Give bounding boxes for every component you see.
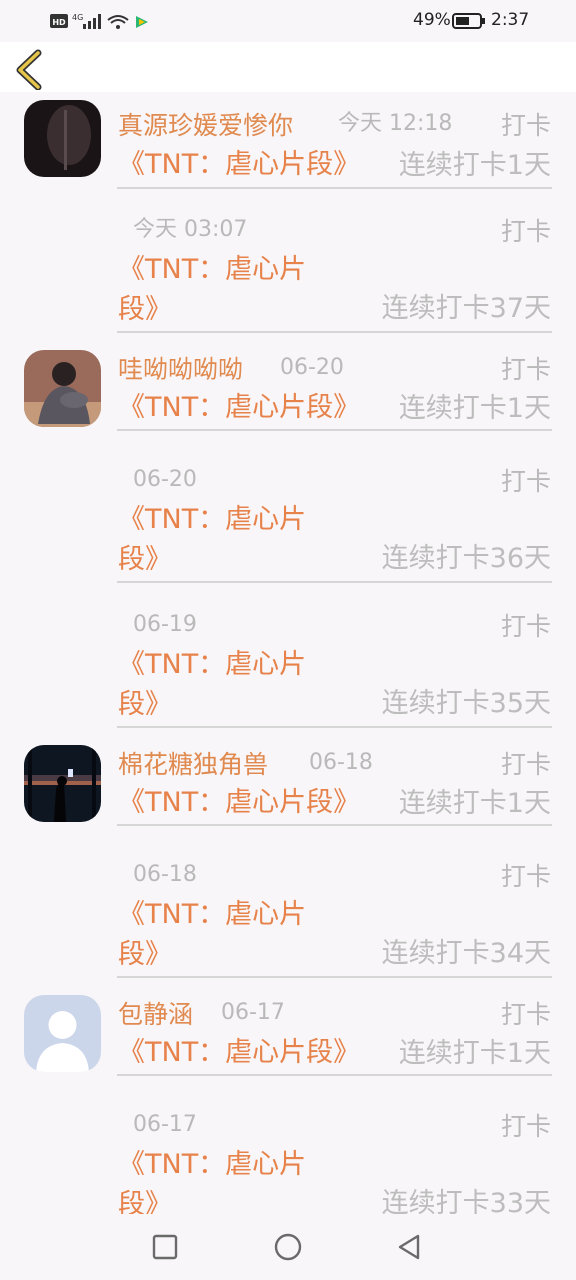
list-item[interactable]: 包静涵 06-17 打卡 《TNT：虐心片段》 连续打卡1天 xyxy=(0,980,576,1085)
streak-count: 连续打卡34天 xyxy=(381,938,551,969)
clock: 2:37 xyxy=(491,10,530,30)
checkin-label: 打卡 xyxy=(500,467,551,496)
recents-button[interactable] xyxy=(150,1232,180,1262)
user-name[interactable]: 真源珍媛爱惨你 xyxy=(118,113,293,138)
book-title[interactable]: 《TNT：虐心片段》 xyxy=(118,1145,328,1214)
default-avatar-icon xyxy=(24,995,101,1072)
checkin-time: 06-20 xyxy=(133,467,197,492)
book-title[interactable]: 《TNT：虐心片段》 xyxy=(118,145,360,185)
user-name[interactable]: 棉花糖独角兽 xyxy=(118,752,268,777)
book-title[interactable]: 《TNT：虐心片段》 xyxy=(118,895,328,975)
avatar[interactable] xyxy=(24,995,101,1072)
streak-count: 连续打卡35天 xyxy=(381,688,551,719)
chevron-left-icon xyxy=(16,49,42,91)
book-title[interactable]: 《TNT：虐心片段》 xyxy=(118,645,328,725)
divider xyxy=(117,581,552,583)
circle-icon xyxy=(274,1233,302,1261)
checkin-label: 打卡 xyxy=(500,612,551,641)
checkin-time: 06-17 xyxy=(133,1112,197,1137)
list-item[interactable]: 真源珍媛爱惨你 今天 12:18 打卡 《TNT：虐心片段》 连续打卡1天 xyxy=(0,92,576,190)
status-icons-left: HD 4G xyxy=(50,12,160,32)
battery-percent: 49% xyxy=(413,10,451,30)
list-item[interactable]: 06-20 打卡 《TNT：虐心片段》 连续打卡36天 xyxy=(0,440,576,585)
list-item[interactable]: 06-19 打卡 《TNT：虐心片段》 连续打卡35天 xyxy=(0,585,576,730)
list-item[interactable]: 哇呦呦呦呦 06-20 打卡 《TNT：虐心片段》 连续打卡1天 xyxy=(0,335,576,440)
user-name[interactable]: 哇呦呦呦呦 xyxy=(118,357,243,382)
avatar[interactable] xyxy=(24,100,101,177)
checkin-list[interactable]: 真源珍媛爱惨你 今天 12:18 打卡 《TNT：虐心片段》 连续打卡1天 今天… xyxy=(0,92,576,1214)
checkin-time: 06-18 xyxy=(133,862,197,887)
triangle-back-icon xyxy=(398,1234,420,1260)
list-item[interactable]: 今天 03:07 打卡 《TNT：虐心片段》 连续打卡37天 xyxy=(0,190,576,335)
divider xyxy=(117,331,552,333)
streak-count: 连续打卡37天 xyxy=(381,293,551,324)
status-bar: HD 4G 49% 2:37 xyxy=(0,0,576,42)
divider xyxy=(117,429,552,431)
streak-count: 连续打卡1天 xyxy=(398,150,551,181)
checkin-label: 打卡 xyxy=(500,750,551,779)
divider xyxy=(117,824,552,826)
divider xyxy=(117,187,552,189)
streak-count: 连续打卡36天 xyxy=(381,543,551,574)
book-title[interactable]: 《TNT：虐心片段》 xyxy=(118,500,328,580)
book-title[interactable]: 《TNT：虐心片段》 xyxy=(118,388,360,428)
header xyxy=(0,42,576,92)
avatar[interactable] xyxy=(24,350,101,427)
book-title[interactable]: 《TNT：虐心片段》 xyxy=(118,783,360,823)
system-back-button[interactable] xyxy=(395,1232,425,1262)
list-item[interactable]: 棉花糖独角兽 06-18 打卡 《TNT：虐心片段》 连续打卡1天 xyxy=(0,730,576,835)
checkin-label: 打卡 xyxy=(500,1112,551,1141)
home-button[interactable] xyxy=(273,1232,303,1262)
checkin-label: 打卡 xyxy=(500,217,551,246)
checkin-label: 打卡 xyxy=(500,355,551,384)
user-name[interactable]: 包静涵 xyxy=(118,1002,193,1027)
checkin-time: 06-19 xyxy=(133,612,197,637)
svg-text:4G: 4G xyxy=(72,13,83,22)
back-button[interactable] xyxy=(10,46,54,91)
streak-count: 连续打卡33天 xyxy=(381,1188,551,1214)
checkin-time: 06-18 xyxy=(309,750,373,775)
square-icon xyxy=(152,1234,178,1260)
list-item[interactable]: 06-17 打卡 《TNT：虐心片段》 连续打卡33天 xyxy=(0,1085,576,1215)
checkin-label: 打卡 xyxy=(500,1000,551,1029)
streak-count: 连续打卡1天 xyxy=(398,393,551,424)
checkin-time: 06-20 xyxy=(280,355,344,380)
list-item[interactable]: 06-18 打卡 《TNT：虐心片段》 连续打卡34天 xyxy=(0,835,576,980)
checkin-label: 打卡 xyxy=(500,862,551,891)
avatar[interactable] xyxy=(24,745,101,822)
checkin-time: 06-17 xyxy=(221,1000,285,1025)
streak-count: 连续打卡1天 xyxy=(398,1038,551,1069)
svg-text:HD: HD xyxy=(52,18,66,27)
checkin-time: 今天 12:18 xyxy=(338,111,453,136)
streak-count: 连续打卡1天 xyxy=(398,788,551,819)
checkin-label: 打卡 xyxy=(500,111,551,140)
divider xyxy=(117,726,552,728)
checkin-time: 今天 03:07 xyxy=(133,217,248,242)
book-title[interactable]: 《TNT：虐心片段》 xyxy=(118,1033,360,1073)
book-title[interactable]: 《TNT：虐心片段》 xyxy=(118,250,328,330)
system-nav-bar xyxy=(0,1214,576,1280)
divider xyxy=(117,1074,552,1076)
divider xyxy=(117,976,552,978)
battery-icon xyxy=(452,13,486,29)
